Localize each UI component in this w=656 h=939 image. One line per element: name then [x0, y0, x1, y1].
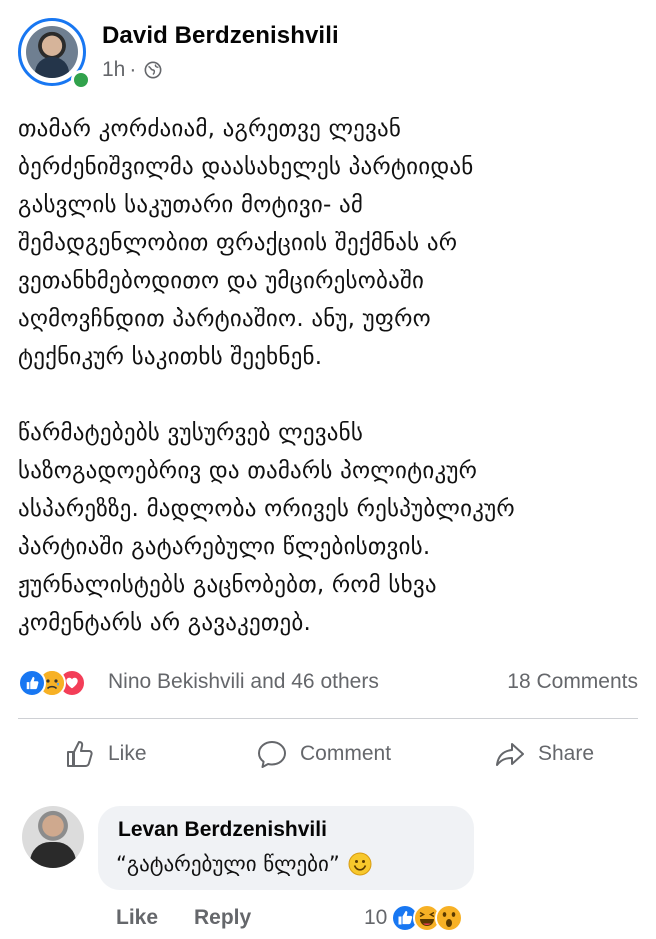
- comment-body: “გატარებული წლები”: [116, 852, 340, 876]
- wow-icon: [435, 904, 463, 932]
- reaction-icons[interactable]: [18, 669, 104, 697]
- thumbs-up-icon: [67, 741, 93, 767]
- like-icon: [18, 669, 46, 697]
- post-line: საზოგადოებრივ და თამარს პოლიტიკურ: [18, 458, 478, 484]
- smile-icon: [348, 852, 372, 876]
- comment-section: Levan Berdzenishvili “გატარებული წლები” …: [18, 800, 638, 939]
- comment-text: “გატარებული წლები”: [116, 852, 372, 876]
- post-paragraph-1: თამარ კორძაიამ, აგრეთვე ლევან ბერძენიშვი…: [18, 110, 638, 376]
- commenter-avatar[interactable]: [22, 806, 84, 868]
- post-line: შემადგენლობით ფრაქციის შექმნას არ: [18, 230, 458, 256]
- post-time[interactable]: 1h: [102, 58, 125, 82]
- post-line: პარტიაში გატარებული წლებისთვის.: [18, 534, 431, 560]
- post-actions: Like Comment Share: [18, 722, 638, 792]
- meta-separator: ·: [129, 58, 137, 81]
- post-line: კომენტარს არ გავაკეთებ.: [18, 610, 312, 636]
- reactions-row: Nino Bekishvili and 46 others 18 Comment…: [18, 664, 638, 700]
- like-label: Like: [108, 742, 147, 765]
- author-name[interactable]: David Berdzenishvili: [102, 22, 339, 50]
- comment-label: Comment: [300, 742, 392, 765]
- divider: [18, 718, 638, 719]
- post-text: თამარ კორძაიამ, აგრეთვე ლევან ბერძენიშვი…: [18, 110, 638, 642]
- author-avatar[interactable]: [18, 18, 91, 90]
- post-line: ჟურნალისტებს გაცნობებთ, რომ სხვა: [18, 572, 437, 598]
- post-line: აღმოვჩნდით პარტიაშიო. ანუ, უფრო: [18, 306, 431, 332]
- post-line: წარმატებებს ვუსურვებ ლევანს: [18, 420, 364, 446]
- comment-like-button[interactable]: Like: [116, 906, 158, 930]
- comment-icon: [258, 741, 286, 768]
- reactions-summary[interactable]: Nino Bekishvili and 46 others: [108, 670, 379, 694]
- comment-reaction-count[interactable]: 10: [364, 906, 387, 930]
- post-header: David Berdzenishvili 1h ·: [18, 18, 638, 90]
- commenter-name[interactable]: Levan Berdzenishvili: [118, 818, 327, 842]
- comment-reaction-icons[interactable]: [391, 904, 471, 932]
- comments-count[interactable]: 18 Comments: [507, 670, 638, 694]
- post-line: გასვლის საკუთარი მოტივი- ამ: [18, 192, 364, 218]
- post-line: ბერძენიშვილმა დაასახელეს პარტიიდან: [18, 154, 474, 180]
- post-line: ვეთანხმებოდითო და უმცირესობაში: [18, 268, 425, 294]
- online-status-dot: [71, 70, 91, 90]
- globe-icon[interactable]: [144, 61, 162, 79]
- post-line: თამარ კორძაიამ, აგრეთვე ლევან: [18, 116, 402, 142]
- comment-button[interactable]: Comment: [256, 738, 391, 770]
- comment-reply-button[interactable]: Reply: [194, 906, 251, 930]
- post-line: ასპარეზზე. მადლობა ორივეს რესპუბლიკურ: [18, 496, 515, 522]
- post-meta: 1h ·: [102, 58, 162, 82]
- share-icon: [496, 743, 524, 766]
- post-paragraph-2: წარმატებებს ვუსურვებ ლევანს საზოგადოებრი…: [18, 414, 638, 642]
- like-button[interactable]: Like: [64, 738, 147, 770]
- share-button[interactable]: Share: [494, 738, 594, 770]
- author-photo: [26, 26, 78, 78]
- post-line: ტექნიკურ საკითხს შეეხნენ.: [18, 344, 323, 370]
- share-label: Share: [538, 742, 595, 765]
- comment-actions: Like Reply 10: [116, 902, 496, 936]
- comment-bubble[interactable]: Levan Berdzenishvili “გატარებული წლები”: [98, 806, 474, 890]
